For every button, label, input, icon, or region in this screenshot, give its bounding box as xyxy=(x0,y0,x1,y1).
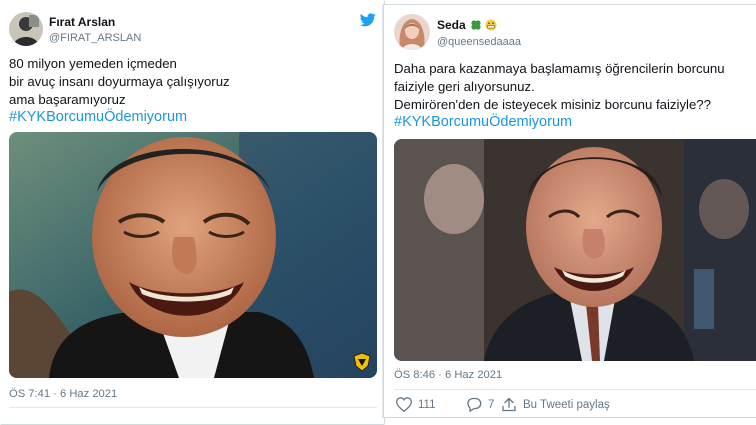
heart-icon xyxy=(396,397,412,412)
display-name-text: Seda xyxy=(437,18,466,32)
tweet-card-left[interactable]: Fırat Arslan @FIRAT_ARSLAN 80 milyon yem… xyxy=(0,0,385,425)
hashtag-link[interactable]: #KYKBorcumuÖdemiyorum xyxy=(394,114,572,131)
handle[interactable]: @queensedaaaa xyxy=(437,36,521,48)
twitter-bird-icon[interactable] xyxy=(360,13,376,27)
like-button[interactable]: 111 xyxy=(396,397,435,412)
display-name[interactable]: Fırat Arslan xyxy=(49,15,115,29)
hashtag-link[interactable]: #KYKBorcumuÖdemiyorum xyxy=(9,109,187,126)
divider xyxy=(394,389,756,390)
tweet-photo[interactable] xyxy=(394,139,756,361)
divider xyxy=(9,407,377,408)
tweet-card-right[interactable]: Seda @queensedaaaa Daha para kazanmaya b… xyxy=(383,4,756,418)
reply-button[interactable]: 7 xyxy=(466,397,494,412)
tweet-text-line: ama başaramıyoruz xyxy=(9,92,126,107)
tweet-timestamp[interactable]: ÖS 8:46 · 6 Haz 2021 xyxy=(394,369,502,381)
like-count: 111 xyxy=(418,398,436,411)
reply-count: 7 xyxy=(488,398,495,411)
laughing-man-photo xyxy=(9,132,377,378)
tweet-text-line: Daha para kazanmaya başlamamış öğrencile… xyxy=(394,61,725,76)
avatar[interactable] xyxy=(394,14,430,50)
tweet-text-line: Demirören'den de isteyecek misiniz borcu… xyxy=(394,97,711,112)
tweet-text-line: bir avuç insanı doyurmaya çalışıyoruz xyxy=(9,74,230,89)
share-label: Bu Tweeti paylaş xyxy=(523,398,610,411)
reply-bubble-icon xyxy=(467,397,482,412)
tweet-text-line: 80 milyon yemeden içmeden xyxy=(9,56,177,71)
avatar[interactable] xyxy=(9,12,43,46)
tweet-timestamp[interactable]: ÖS 7:41 · 6 Haz 2021 xyxy=(9,388,117,400)
grimacing-face-icon xyxy=(485,19,497,31)
laughing-man-photo xyxy=(394,139,756,361)
club-crest-icon xyxy=(353,352,371,372)
share-button[interactable]: Bu Tweeti paylaş xyxy=(501,397,610,412)
four-leaf-clover-icon xyxy=(471,20,481,30)
tweet-text-line: faiziyle geri alıyorsunuz. xyxy=(394,79,535,94)
share-icon xyxy=(502,397,516,412)
display-name[interactable]: Seda xyxy=(437,18,497,32)
handle[interactable]: @FIRAT_ARSLAN xyxy=(49,32,141,44)
tweet-photo[interactable] xyxy=(9,132,377,378)
